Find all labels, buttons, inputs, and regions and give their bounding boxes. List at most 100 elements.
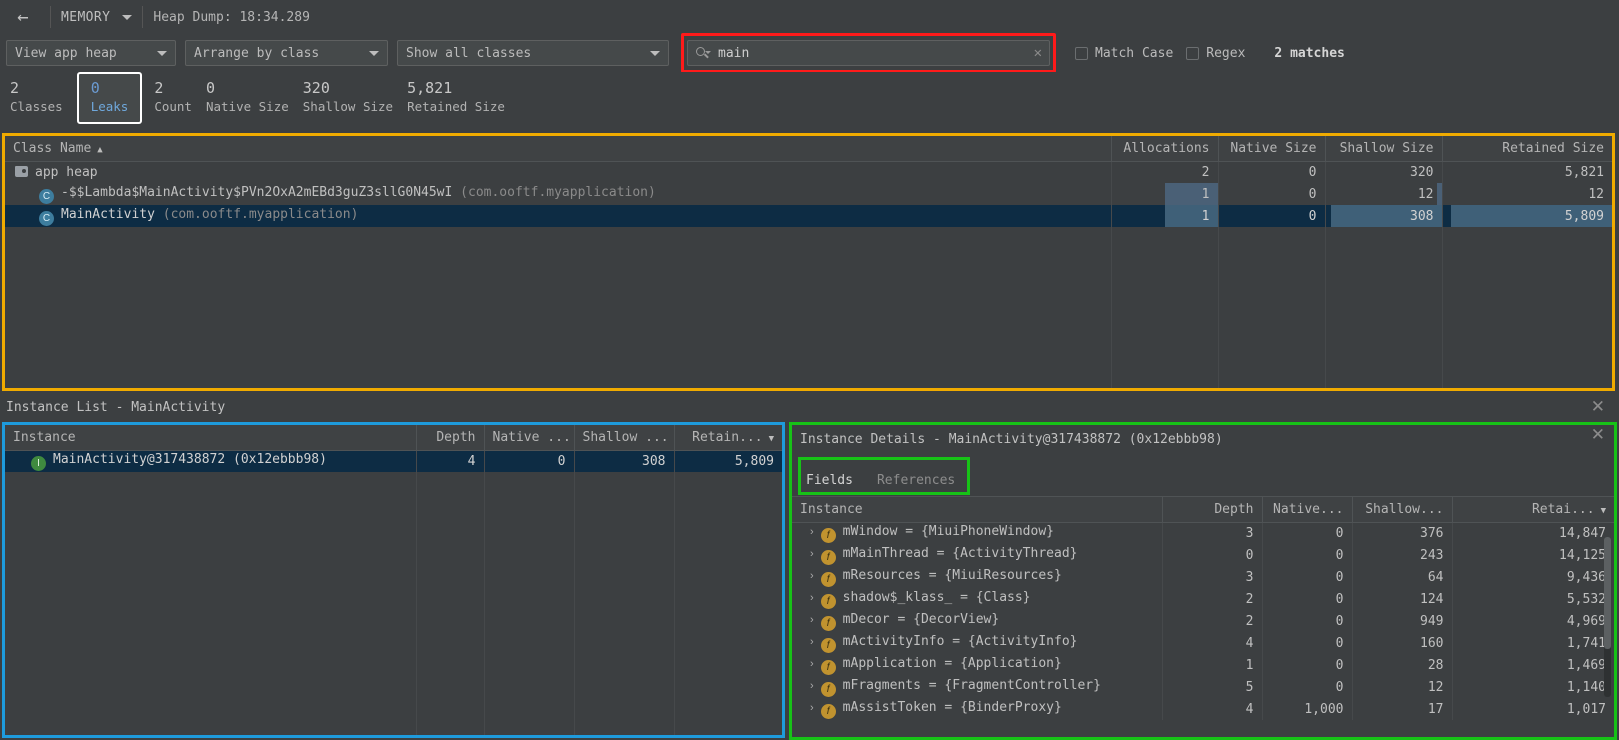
stat-leaks[interactable]: 0 Leaks [76, 72, 143, 124]
instance-name-cell: I MainActivity@317438872 (0x12ebbb98) [5, 450, 417, 472]
chevron-right-icon[interactable]: › [810, 592, 814, 604]
classes-select-value: Show all classes [406, 45, 532, 61]
class-package: (com.ooftf.myapplication) [162, 206, 359, 222]
col-shallow[interactable]: Shallow... [1352, 497, 1453, 523]
instance-list-title-bar: Instance List - MainActivity ✕ [0, 394, 1619, 421]
field-icon: f [820, 527, 836, 543]
close-icon[interactable]: ✕ [1591, 397, 1605, 417]
chevron-right-icon[interactable]: › [810, 702, 814, 714]
chevron-right-icon[interactable]: › [810, 614, 814, 626]
field-name-cell: › f shadow$_klass_ = {Class} [792, 588, 1163, 610]
col-instance[interactable]: Instance [5, 425, 417, 451]
shallow-size-cell: 28 [1352, 654, 1453, 676]
field-name-cell: › f mFragments = {FragmentController} [792, 676, 1163, 698]
table-row[interactable]: › f shadow$_klass_ = {Class} 2 0 124 5,532 [792, 588, 1614, 610]
table-empty-row [5, 670, 782, 692]
search-input[interactable] [718, 45, 1028, 61]
table-row[interactable]: › f mActivityInfo = {ActivityInfo} 4 0 160 1,7… [792, 632, 1614, 654]
arrange-select-value: Arrange by class [194, 45, 320, 61]
col-allocations[interactable]: Allocations [1111, 136, 1219, 162]
arrow-left-icon[interactable]: ← [6, 2, 40, 32]
class-package: (com.ooftf.myapplication) [460, 184, 656, 200]
chevron-right-icon[interactable]: › [810, 636, 814, 648]
sort-desc-icon: ▼ [768, 433, 774, 444]
table-row[interactable]: › f mApplication = {Application} 1 0 28 1,469 [792, 654, 1614, 676]
depth-cell: 2 [1162, 588, 1263, 610]
field-name-cell: › f mAssistToken = {BinderProxy} [792, 698, 1163, 720]
table-row[interactable]: app heap 2 0 320 5,821 [5, 161, 1612, 183]
table-row[interactable]: I MainActivity@317438872 (0x12ebbb98) 4 0 30… [5, 450, 782, 472]
chevron-right-icon[interactable]: › [810, 548, 814, 560]
col-depth[interactable]: Depth [1162, 497, 1263, 523]
col-native-size[interactable]: Native Size [1218, 136, 1326, 162]
native-size-cell: 0 [1218, 183, 1326, 205]
details-scrollbar[interactable] [1604, 537, 1611, 697]
table-empty-row [5, 249, 1612, 271]
table-row[interactable]: › f mAssistToken = {BinderProxy} 4 1,000 17 1,… [792, 698, 1614, 720]
table-row[interactable]: › f mMainThread = {ActivityThread} 0 0 243 14,… [792, 544, 1614, 566]
checkbox-icon [1075, 46, 1088, 60]
chevron-right-icon[interactable]: › [810, 658, 814, 670]
col-retained-size[interactable]: Retained Size [1442, 136, 1612, 162]
scrollbar-thumb[interactable] [1604, 537, 1611, 649]
top-bar: ← MEMORY Heap Dump: 18:34.289 [0, 0, 1619, 34]
chevron-down-icon[interactable] [122, 14, 133, 20]
col-shallow[interactable]: Shallow ... [574, 425, 675, 451]
field-icon: f [820, 593, 836, 609]
col-depth[interactable]: Depth [416, 425, 485, 451]
stat-retained-size: 5,821 Retained Size [403, 72, 515, 116]
stat-label: Classes [10, 99, 63, 114]
table-row[interactable]: C MainActivity (com.ooftf.myapplication) 1… [5, 205, 1612, 227]
depth-cell: 0 [1162, 544, 1263, 566]
field-name-cell: › f mApplication = {Application} [792, 654, 1163, 676]
retained-size-cell: 1,140 [1566, 679, 1606, 695]
col-shallow-size[interactable]: Shallow Size [1325, 136, 1443, 162]
field-name-cell: › f mResources = {MiuiResources} [792, 566, 1163, 588]
field-icon: f [820, 703, 836, 719]
fields-table: Instance Depth Native... Shallow... Reta… [792, 497, 1614, 720]
table-row[interactable]: › f mDecor = {DecorView} 2 0 949 4,969 [792, 610, 1614, 632]
shallow-size-cell: 12 [1352, 676, 1453, 698]
search-box[interactable]: ✕ [687, 40, 1050, 66]
col-label: Retai... [1531, 501, 1595, 517]
shallow-size-cell: 17 [1352, 698, 1453, 720]
close-icon[interactable]: ✕ [1591, 425, 1605, 445]
table-row[interactable]: › f mFragments = {FragmentController} 5 0 12 1… [792, 676, 1614, 698]
field-icon: f [820, 615, 836, 631]
stat-label: Retained Size [407, 99, 505, 114]
stat-label: Shallow Size [302, 99, 394, 114]
table-empty-row [5, 604, 782, 626]
chevron-right-icon[interactable]: › [810, 680, 814, 692]
table-row[interactable]: C -$$Lambda$MainActivity$PVn2OxA2mEBd3guZ… [5, 183, 1612, 205]
class-name-label: -$$Lambda$MainActivity$PVn2OxA2mEBd3guZ3… [61, 184, 453, 200]
depth-cell: 2 [1162, 610, 1263, 632]
details-tabs-bar: Fields References [792, 454, 1614, 497]
match-case-checkbox[interactable]: Match Case [1075, 46, 1173, 61]
col-native[interactable]: Native ... [484, 425, 575, 451]
field-icon: f [820, 637, 836, 653]
regex-checkbox[interactable]: Regex [1186, 46, 1245, 61]
shallow-size-cell: 949 [1352, 610, 1453, 632]
col-retained[interactable]: Retain... ▼ [674, 425, 782, 451]
field-icon: f [820, 681, 836, 697]
chevron-right-icon[interactable]: › [810, 526, 814, 538]
class-name-cell: C -$$Lambda$MainActivity$PVn2OxA2mEBd3guZ… [5, 183, 1112, 205]
clear-search-icon[interactable]: ✕ [1028, 45, 1042, 61]
table-empty-row [5, 626, 782, 648]
field-name-cell: › f mDecor = {DecorView} [792, 610, 1163, 632]
chevron-right-icon[interactable]: › [810, 570, 814, 582]
heap-select[interactable]: View app heap [6, 40, 176, 66]
search-container: ✕ [681, 33, 1056, 73]
col-class-name[interactable]: Class Name ▲ [5, 136, 1112, 162]
table-row[interactable]: › f mResources = {MiuiResources} 3 0 64 9,436 [792, 566, 1614, 588]
instance-list-title: Instance List - MainActivity [6, 400, 226, 415]
col-native[interactable]: Native... [1262, 497, 1353, 523]
table-row[interactable]: › f mWindow = {MiuiPhoneWindow} 3 0 376 14,847 [792, 522, 1614, 544]
classes-select[interactable]: Show all classes [397, 40, 669, 66]
field-name-label: mWindow = {MiuiPhoneWindow} [842, 523, 1054, 539]
arrange-select[interactable]: Arrange by class [185, 40, 388, 66]
col-retained[interactable]: Retai... ▼ [1452, 497, 1614, 523]
retained-size-cell: 5,809 [1442, 205, 1612, 227]
field-name-label: mDecor = {DecorView} [842, 611, 1000, 627]
col-instance[interactable]: Instance [792, 497, 1163, 523]
